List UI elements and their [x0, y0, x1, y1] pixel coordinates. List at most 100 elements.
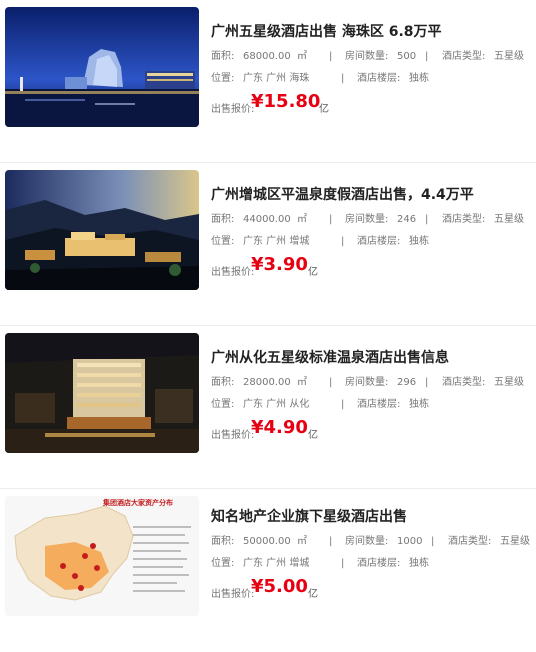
divider: | — [425, 377, 429, 388]
listing-location-row: 位置: 广东 广州 从化 | 酒店楼层: 独栋 — [211, 398, 530, 412]
map-caption: 集团酒店大家资产分布 — [103, 499, 173, 507]
location-label: 位置: — [211, 236, 235, 247]
hotel-listing-list: 广州五星级酒店出售 海珠区 6.8万平 面积: 68000.00 ㎡ | 房间数… — [0, 0, 536, 652]
rooms-value: 296 — [397, 377, 417, 388]
price-unit: 亿 — [308, 589, 318, 600]
area-value: 68000.00 — [243, 51, 291, 62]
divider: | — [329, 214, 333, 225]
type-label: 酒店类型: — [442, 214, 486, 225]
location-label: 位置: — [211, 73, 235, 84]
divider: | — [341, 236, 345, 247]
listing-price-row: 出售报价: ¥5.00 亿 — [211, 576, 530, 600]
rooms-value: 1000 — [397, 536, 423, 547]
rooms-label: 房间数量: — [345, 377, 389, 388]
listing-photo-conghua-hotel[interactable] — [5, 333, 199, 453]
type-label: 酒店类型: — [442, 51, 486, 62]
location-value: 广东 广州 增城 — [243, 236, 310, 247]
location-value: 广东 广州 从化 — [243, 399, 310, 410]
listing-specs-row: 面积: 68000.00 ㎡ | 房间数量: 500 | 酒店类型: 五星级 — [211, 50, 530, 64]
rooms-value: 246 — [397, 214, 417, 225]
listing-specs-row: 面积: 44000.00 ㎡ | 房间数量: 246 | 酒店类型: 五星级 — [211, 213, 530, 227]
floor-value: 独栋 — [409, 399, 429, 410]
listing-photo-asset-map[interactable]: 集团酒店大家资产分布 — [5, 496, 199, 616]
type-label: 酒店类型: — [442, 377, 486, 388]
divider: | — [425, 51, 429, 62]
location-label: 位置: — [211, 558, 235, 569]
resort-night-photo — [5, 170, 199, 290]
price-label: 出售报价: — [211, 104, 255, 115]
price-label: 出售报价: — [211, 430, 255, 441]
hotel-night-photo — [5, 7, 199, 127]
type-value: 五星级 — [500, 536, 530, 547]
listing-info: 知名地产企业旗下星级酒店出售 面积: 50000.00 ㎡ | 房间数量: 10… — [211, 507, 530, 600]
hotel-night-photo — [5, 333, 199, 453]
area-value: 28000.00 — [243, 377, 291, 388]
area-unit: ㎡ — [297, 214, 307, 225]
listing-location-row: 位置: 广东 广州 海珠 | 酒店楼层: 独栋 — [211, 72, 530, 86]
price-value: ¥5.00 — [251, 576, 308, 597]
divider: | — [341, 558, 345, 569]
floor-value: 独栋 — [409, 73, 429, 84]
divider: | — [425, 214, 429, 225]
area-label: 面积: — [211, 536, 235, 547]
price-value: ¥4.90 — [251, 417, 308, 438]
divider: | — [341, 399, 345, 410]
type-value: 五星级 — [494, 377, 524, 388]
listing-price-row: 出售报价: ¥3.90 亿 — [211, 254, 530, 278]
listing-card[interactable]: 广州增城区平温泉度假酒店出售，4.4万平 面积: 44000.00 ㎡ | 房间… — [0, 163, 536, 326]
listing-title[interactable]: 广州增城区平温泉度假酒店出售，4.4万平 — [211, 185, 530, 205]
listing-specs-row: 面积: 28000.00 ㎡ | 房间数量: 296 | 酒店类型: 五星级 — [211, 376, 530, 390]
price-unit: 亿 — [319, 104, 329, 115]
divider: | — [329, 377, 333, 388]
floor-value: 独栋 — [409, 236, 429, 247]
type-label: 酒店类型: — [448, 536, 492, 547]
location-value: 广东 广州 海珠 — [243, 73, 310, 84]
listing-title[interactable]: 广州五星级酒店出售 海珠区 6.8万平 — [211, 22, 530, 42]
listing-location-row: 位置: 广东 广州 增城 | 酒店楼层: 独栋 — [211, 235, 530, 249]
price-label: 出售报价: — [211, 589, 255, 600]
price-unit: 亿 — [308, 430, 318, 441]
listing-specs-row: 面积: 50000.00 ㎡ | 房间数量: 1000 | 酒店类型: 五星级 — [211, 535, 530, 549]
china-asset-map-image — [5, 496, 199, 616]
rooms-label: 房间数量: — [345, 214, 389, 225]
listing-card[interactable]: 广州从化五星级标准温泉酒店出售信息 面积: 28000.00 ㎡ | 房间数量:… — [0, 326, 536, 489]
listing-photo-haizhu-hotel[interactable] — [5, 7, 199, 127]
rooms-label: 房间数量: — [345, 536, 389, 547]
divider: | — [329, 51, 333, 62]
divider: | — [431, 536, 435, 547]
area-unit: ㎡ — [297, 377, 307, 388]
area-label: 面积: — [211, 214, 235, 225]
price-value: ¥15.80 — [251, 91, 321, 112]
area-value: 44000.00 — [243, 214, 291, 225]
area-label: 面积: — [211, 51, 235, 62]
listing-info: 广州五星级酒店出售 海珠区 6.8万平 面积: 68000.00 ㎡ | 房间数… — [211, 22, 530, 115]
area-value: 50000.00 — [243, 536, 291, 547]
listing-card[interactable]: 集团酒店大家资产分布 知名地产企业旗下星级酒店出售 面积: 50000.00 ㎡… — [0, 489, 536, 652]
rooms-label: 房间数量: — [345, 51, 389, 62]
floor-label: 酒店楼层: — [357, 73, 401, 84]
location-value: 广东 广州 增城 — [243, 558, 310, 569]
listing-photo-zengcheng-resort[interactable] — [5, 170, 199, 290]
listing-title[interactable]: 广州从化五星级标准温泉酒店出售信息 — [211, 348, 530, 368]
price-label: 出售报价: — [211, 267, 255, 278]
area-unit: ㎡ — [297, 51, 307, 62]
type-value: 五星级 — [494, 51, 524, 62]
listing-location-row: 位置: 广东 广州 增城 | 酒店楼层: 独栋 — [211, 557, 530, 571]
type-value: 五星级 — [494, 214, 524, 225]
listing-info: 广州从化五星级标准温泉酒店出售信息 面积: 28000.00 ㎡ | 房间数量:… — [211, 348, 530, 441]
divider: | — [329, 536, 333, 547]
price-unit: 亿 — [308, 267, 318, 278]
floor-label: 酒店楼层: — [357, 399, 401, 410]
floor-value: 独栋 — [409, 558, 429, 569]
listing-info: 广州增城区平温泉度假酒店出售，4.4万平 面积: 44000.00 ㎡ | 房间… — [211, 185, 530, 278]
area-unit: ㎡ — [297, 536, 307, 547]
listing-card[interactable]: 广州五星级酒店出售 海珠区 6.8万平 面积: 68000.00 ㎡ | 房间数… — [0, 0, 536, 163]
floor-label: 酒店楼层: — [357, 236, 401, 247]
price-value: ¥3.90 — [251, 254, 308, 275]
listing-title[interactable]: 知名地产企业旗下星级酒店出售 — [211, 507, 530, 527]
listing-price-row: 出售报价: ¥15.80 亿 — [211, 91, 530, 115]
divider: | — [341, 73, 345, 84]
area-label: 面积: — [211, 377, 235, 388]
listing-price-row: 出售报价: ¥4.90 亿 — [211, 417, 530, 441]
location-label: 位置: — [211, 399, 235, 410]
